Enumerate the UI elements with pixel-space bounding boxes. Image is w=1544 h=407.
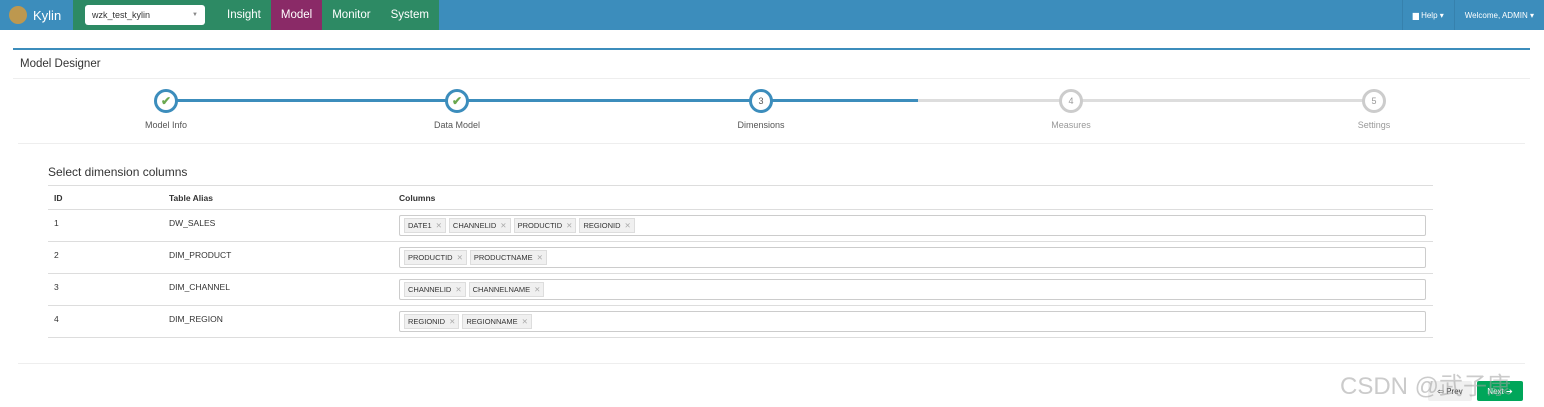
header-id: ID — [48, 185, 163, 210]
columns-select[interactable]: DATE1 ✕ CHANNELID ✕ PRODUCTID ✕ REGIONID ✕ — [399, 215, 1426, 236]
column-tag: PRODUCTID ✕ — [513, 218, 577, 233]
columns-cell: DATE1 ✕ CHANNELID ✕ PRODUCTID ✕ REGIONID ✕ — [393, 209, 1433, 242]
step-settings[interactable]: 5 — [1362, 89, 1386, 113]
wizard-progress — [166, 99, 918, 102]
column-name: PRODUCTNAME — [473, 253, 533, 262]
row-alias: DIM_CHANNEL — [163, 273, 393, 306]
model-designer-panel: Model Designer ✔ ✔ 3 4 5 Model Info Data… — [13, 48, 1530, 406]
columns-select[interactable]: CHANNELID ✕ CHANNELNAME ✕ — [399, 279, 1426, 300]
divider — [13, 78, 1530, 79]
remove-icon[interactable]: ✕ — [449, 317, 455, 326]
welcome-label: Welcome, ADMIN — [1464, 10, 1528, 20]
table-row: 3 DIM_CHANNEL CHANNELID ✕ CHANNELNAME ✕ — [48, 273, 1433, 306]
columns-select[interactable]: PRODUCTID ✕ PRODUCTNAME ✕ — [399, 247, 1426, 268]
step-label: Data Model — [433, 120, 481, 130]
column-name: PRODUCTID — [517, 221, 563, 230]
divider — [18, 143, 1525, 144]
brand[interactable]: Kylin — [0, 0, 73, 30]
column-tag: REGIONNAME ✕ — [462, 314, 532, 329]
row-id: 3 — [48, 273, 163, 306]
caret-down-icon: ▼ — [192, 12, 198, 18]
columns-cell: PRODUCTID ✕ PRODUCTNAME ✕ — [393, 241, 1433, 274]
column-name: CHANNELID — [452, 221, 497, 230]
column-tag: CHANNELNAME ✕ — [468, 282, 545, 297]
row-alias: DIM_REGION — [163, 305, 393, 338]
remove-icon[interactable]: ✕ — [537, 253, 543, 262]
remove-icon[interactable]: ✕ — [522, 317, 528, 326]
help-label: Help — [1421, 10, 1438, 20]
user-menu[interactable]: Welcome, ADMIN ▾ — [1453, 0, 1544, 30]
step-dimensions[interactable]: 3 — [749, 89, 773, 113]
row-id: 1 — [48, 209, 163, 242]
column-name: CHANNELNAME — [472, 285, 531, 294]
row-id: 2 — [48, 241, 163, 274]
columns-cell: REGIONID ✕ REGIONNAME ✕ — [393, 305, 1433, 338]
column-name: REGIONNAME — [466, 317, 518, 326]
row-id: 4 — [48, 305, 163, 338]
project-select[interactable]: wzk_test_kylin ▼ — [85, 5, 205, 25]
row-alias: DW_SALES — [163, 209, 393, 242]
column-tag: REGIONID ✕ — [404, 314, 460, 329]
column-tag: PRODUCTID ✕ — [404, 250, 467, 265]
remove-icon[interactable]: ✕ — [436, 221, 442, 230]
remove-icon[interactable]: ✕ — [566, 221, 572, 230]
table-row: 1 DW_SALES DATE1 ✕ CHANNELID ✕ PRODUCTID ✕ REGIO… — [48, 209, 1433, 242]
column-tag: REGIONID ✕ — [579, 218, 635, 233]
table-row: 4 DIM_REGION REGIONID ✕ REGIONNAME ✕ — [48, 305, 1433, 338]
step-label: Dimensions — [737, 120, 785, 130]
watermark: CSDN @武子康 — [1340, 373, 1512, 400]
remove-icon[interactable]: ✕ — [457, 253, 463, 262]
menu-monitor[interactable]: Monitor — [322, 0, 380, 30]
row-alias: DIM_PRODUCT — [163, 241, 393, 274]
page-title: Model Designer — [20, 58, 101, 70]
column-name: CHANNELID — [408, 285, 452, 294]
step-label: Measures — [1051, 120, 1091, 130]
step-data-model[interactable]: ✔ — [445, 89, 469, 113]
header-table-alias: Table Alias — [163, 185, 393, 210]
remove-icon[interactable]: ✕ — [500, 221, 506, 230]
dimensions-table: ID Table Alias Columns 1 DW_SALES DATE1 ✕ CH… — [48, 185, 1433, 338]
columns-select[interactable]: REGIONID ✕ REGIONNAME ✕ — [399, 311, 1426, 332]
remove-icon[interactable]: ✕ — [455, 285, 461, 294]
book-icon: ▆ — [1412, 10, 1422, 20]
help-menu[interactable]: ▆ Help ▾ — [1401, 0, 1454, 30]
step-label: Settings — [1357, 120, 1391, 130]
top-navbar: Kylin wzk_test_kylin ▼ Insight Model Moni… — [0, 0, 1544, 30]
step-model-info[interactable]: ✔ — [154, 89, 178, 113]
brand-name: Kylin — [33, 7, 62, 23]
column-name: DATE1 — [408, 221, 432, 230]
columns-cell: CHANNELID ✕ CHANNELNAME ✕ — [393, 273, 1433, 306]
menu-system[interactable]: System — [381, 0, 439, 30]
divider — [18, 363, 1525, 364]
menu-model[interactable]: Model — [270, 0, 323, 30]
section-title: Select dimension columns — [48, 165, 188, 179]
table-row: 2 DIM_PRODUCT PRODUCTID ✕ PRODUCTNAME ✕ — [48, 241, 1433, 274]
header-columns: Columns — [393, 185, 1433, 210]
column-name: PRODUCTID — [408, 253, 453, 262]
column-tag: DATE1 ✕ — [404, 218, 446, 233]
column-name: REGIONID — [408, 317, 446, 326]
column-name: REGIONID — [583, 221, 621, 230]
column-tag: PRODUCTNAME ✕ — [469, 250, 547, 265]
remove-icon[interactable]: ✕ — [534, 285, 540, 294]
remove-icon[interactable]: ✕ — [625, 221, 631, 230]
step-label: Model Info — [144, 120, 188, 130]
menu-insight[interactable]: Insight — [217, 0, 271, 30]
kylin-logo-icon — [9, 6, 27, 24]
column-tag: CHANNELID ✕ — [404, 282, 466, 297]
column-tag: CHANNELID ✕ — [448, 218, 511, 233]
step-measures[interactable]: 4 — [1059, 89, 1083, 113]
project-value: wzk_test_kylin — [92, 10, 151, 20]
